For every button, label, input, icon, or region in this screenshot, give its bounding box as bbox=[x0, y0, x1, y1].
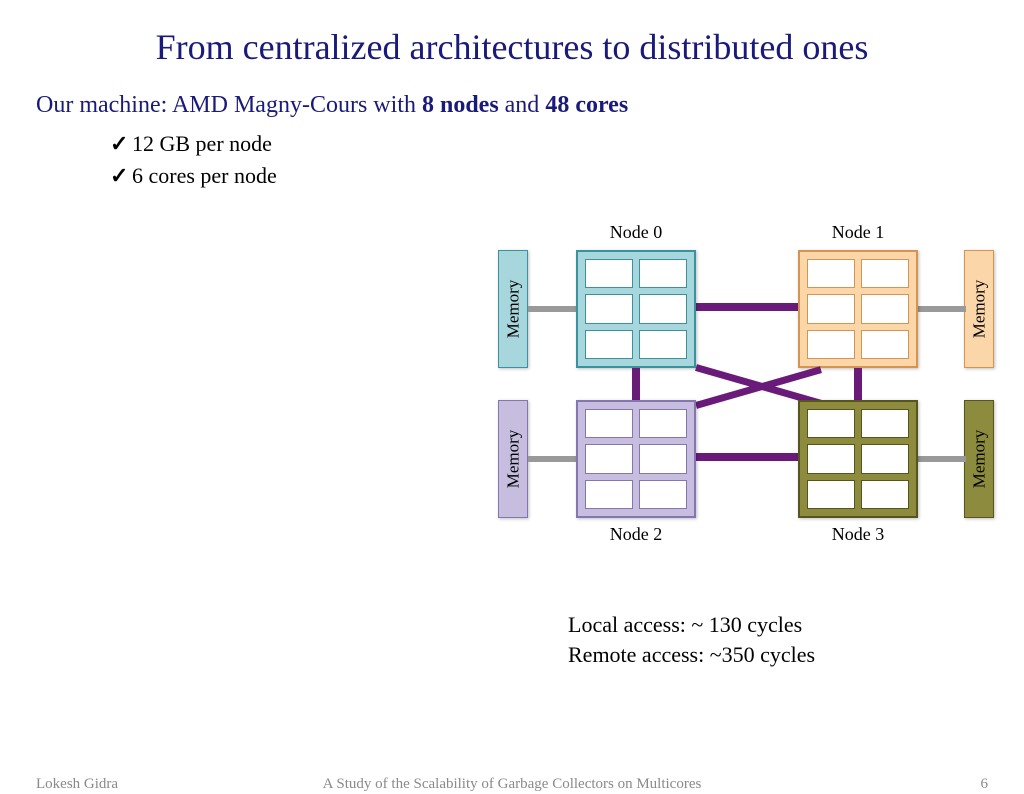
core bbox=[585, 409, 633, 438]
node0-label: Node 0 bbox=[576, 222, 696, 243]
slide-title: From centralized architectures to distri… bbox=[0, 26, 1024, 68]
core bbox=[807, 409, 855, 438]
check-icon: ✓ bbox=[110, 163, 132, 189]
bullet-text: 6 cores per node bbox=[132, 163, 277, 188]
core bbox=[639, 409, 687, 438]
core bbox=[639, 259, 687, 288]
core bbox=[861, 294, 909, 323]
core bbox=[585, 480, 633, 509]
mem-connector bbox=[918, 456, 966, 462]
subtitle-cores: 48 cores bbox=[545, 92, 628, 118]
subtitle-prefix: Our machine: AMD Magny-Cours with bbox=[36, 92, 422, 118]
core bbox=[861, 480, 909, 509]
interconnect-link bbox=[632, 368, 640, 400]
core bbox=[639, 480, 687, 509]
core bbox=[585, 444, 633, 473]
memory-label: Memory bbox=[503, 280, 523, 339]
subtitle: Our machine: AMD Magny-Cours with 8 node… bbox=[36, 92, 1024, 119]
interconnect-link bbox=[696, 453, 798, 461]
check-icon: ✓ bbox=[110, 131, 132, 157]
footer-page: 6 bbox=[981, 776, 989, 793]
core bbox=[807, 330, 855, 359]
core bbox=[639, 444, 687, 473]
mem-connector bbox=[528, 456, 576, 462]
node1-box bbox=[798, 250, 918, 368]
core bbox=[807, 480, 855, 509]
bullet-list: ✓12 GB per node ✓6 cores per node bbox=[110, 131, 1024, 189]
core bbox=[585, 294, 633, 323]
memory-label: Memory bbox=[969, 280, 989, 339]
core bbox=[807, 294, 855, 323]
memory-box: Memory bbox=[498, 250, 528, 368]
node3-box bbox=[798, 400, 918, 518]
core bbox=[807, 259, 855, 288]
core bbox=[585, 330, 633, 359]
list-item: ✓6 cores per node bbox=[110, 163, 1024, 189]
memory-box: Memory bbox=[964, 400, 994, 518]
interconnect-link bbox=[696, 303, 798, 311]
interconnect-link bbox=[854, 368, 862, 400]
architecture-diagram: Node 0 Node 1 Memory Memory Memory Memor… bbox=[498, 224, 998, 564]
core bbox=[861, 330, 909, 359]
memory-label: Memory bbox=[969, 430, 989, 489]
core bbox=[639, 330, 687, 359]
subtitle-and: and bbox=[499, 92, 546, 118]
remote-access-text: Remote access: ~350 cycles bbox=[568, 640, 815, 670]
node3-label: Node 3 bbox=[798, 524, 918, 545]
memory-box: Memory bbox=[498, 400, 528, 518]
subtitle-nodes: 8 nodes bbox=[422, 92, 499, 118]
mem-connector bbox=[918, 306, 966, 312]
core bbox=[861, 444, 909, 473]
bullet-text: 12 GB per node bbox=[132, 131, 272, 156]
core bbox=[807, 444, 855, 473]
footer-title: A Study of the Scalability of Garbage Co… bbox=[0, 776, 1024, 793]
core bbox=[861, 409, 909, 438]
node2-box bbox=[576, 400, 696, 518]
core bbox=[861, 259, 909, 288]
memory-label: Memory bbox=[503, 430, 523, 489]
node0-box bbox=[576, 250, 696, 368]
mem-connector bbox=[528, 306, 576, 312]
core bbox=[585, 259, 633, 288]
memory-box: Memory bbox=[964, 250, 994, 368]
core bbox=[639, 294, 687, 323]
list-item: ✓12 GB per node bbox=[110, 131, 1024, 157]
local-access-text: Local access: ~ 130 cycles bbox=[568, 610, 815, 640]
node1-label: Node 1 bbox=[798, 222, 918, 243]
access-cycles: Local access: ~ 130 cycles Remote access… bbox=[568, 610, 815, 669]
node2-label: Node 2 bbox=[576, 524, 696, 545]
